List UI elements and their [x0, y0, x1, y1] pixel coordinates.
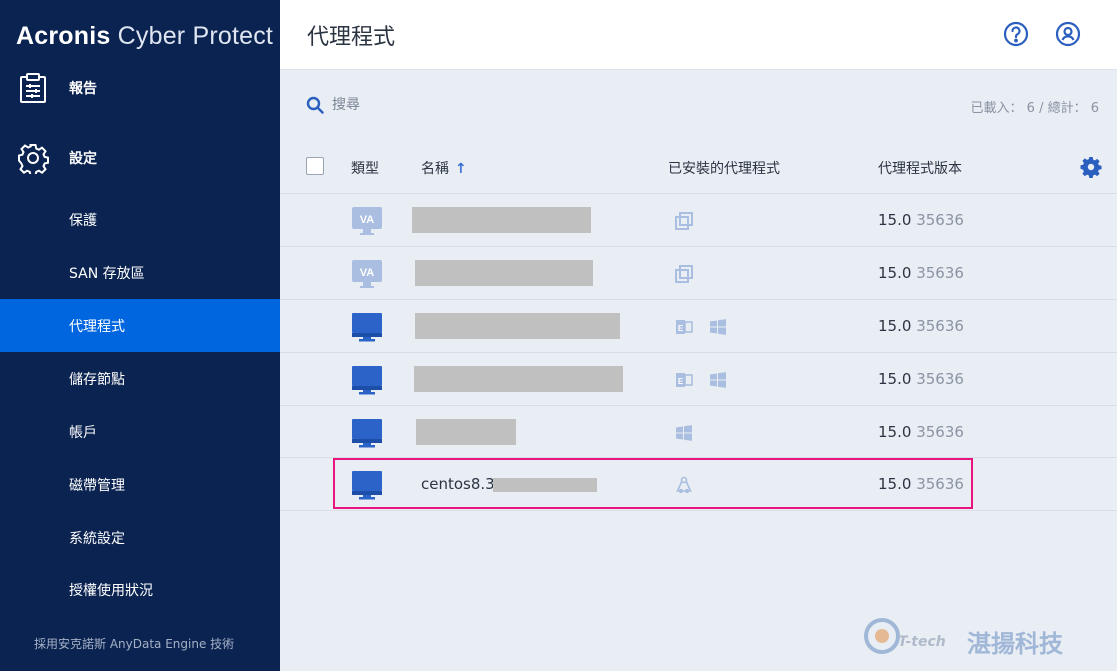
svg-text:E: E — [678, 377, 684, 386]
highlight-box — [333, 458, 973, 509]
sidebar-item-reports[interactable]: 報告 — [0, 62, 280, 114]
svg-text:E: E — [678, 324, 684, 333]
sidebar-item-protection[interactable]: 保護 — [0, 193, 280, 246]
column-header-agent-version[interactable]: 代理程式版本 — [878, 158, 962, 178]
user-account-icon[interactable] — [1054, 20, 1082, 48]
svg-text:VA: VA — [360, 267, 375, 279]
sidebar-item-label: 代理程式 — [69, 318, 125, 335]
watermark: T-tech 湛揚科技 — [862, 612, 1102, 662]
agent-version: 15.0 35636 — [878, 370, 964, 388]
virtual-appliance-va-icon: VA — [352, 260, 382, 288]
select-all-checkbox[interactable] — [306, 157, 324, 175]
redacted-agent-name — [414, 366, 623, 392]
sidebar: Acronis Cyber Protect 報告 設定 保護 SAN 存放區 代… — [0, 0, 280, 671]
loaded-total-count: 已載入： 6 / 總計： 6 — [970, 101, 1099, 116]
column-header-name-label: 名稱 — [421, 161, 449, 177]
sidebar-item-label: 報告 — [69, 81, 97, 97]
table-row[interactable]: 15.0 35636 — [280, 405, 1117, 458]
watermark-tech: T-tech — [898, 634, 946, 650]
logo-brand: Acronis — [16, 22, 111, 50]
svg-text:VA: VA — [360, 214, 375, 226]
sidebar-item-system-settings[interactable]: 系統設定 — [0, 511, 280, 564]
table-row[interactable]: VA 15.0 35636 — [280, 193, 1117, 246]
exchange-icon: E — [676, 320, 693, 334]
clipboard-report-icon — [20, 73, 46, 103]
sort-ascending-icon: ↑ — [455, 161, 467, 177]
monitor-icon — [352, 313, 382, 342]
column-header-type[interactable]: 類型 — [351, 158, 379, 178]
redacted-agent-name — [415, 313, 620, 339]
redacted-agent-name — [415, 260, 593, 286]
sidebar-item-label: 帳戶 — [69, 424, 97, 441]
virtual-appliance-icon — [675, 212, 693, 230]
exchange-icon: E — [676, 373, 693, 387]
table-row[interactable]: E 15.0 35636 — [280, 299, 1117, 352]
sidebar-item-storage-nodes[interactable]: 儲存節點 — [0, 352, 280, 405]
engine-footer: 採用安克諾斯 AnyData Engine 技術 — [34, 637, 235, 651]
agent-version: 15.0 35636 — [878, 211, 964, 229]
agent-version: 15.0 35636 — [878, 264, 964, 282]
agent-version: 15.0 35636 — [878, 423, 964, 441]
column-settings-gear-icon[interactable] — [1080, 156, 1102, 178]
search-icon — [306, 96, 324, 114]
sidebar-item-tape-management[interactable]: 磁帶管理 — [0, 458, 280, 511]
redacted-agent-name — [412, 207, 591, 233]
sidebar-item-label: SAN 存放區 — [69, 265, 145, 282]
page-title: 代理程式 — [307, 25, 396, 50]
monitor-icon — [352, 366, 382, 395]
table-row[interactable]: E 15.0 35636 — [280, 352, 1117, 405]
table-row[interactable]: VA 15.0 35636 — [280, 246, 1117, 299]
windows-icon — [710, 319, 726, 335]
sidebar-item-label: 授權使用狀況 — [69, 582, 153, 599]
app-logo: Acronis Cyber Protect — [16, 22, 273, 51]
sidebar-item-accounts[interactable]: 帳戶 — [0, 405, 280, 458]
search-input[interactable] — [332, 93, 582, 117]
gear-icon — [18, 144, 49, 174]
column-header-name[interactable]: 名稱 ↑ — [421, 158, 467, 178]
sidebar-item-label: 保護 — [69, 212, 97, 229]
virtual-appliance-icon — [675, 265, 693, 283]
watermark-logo-icon — [864, 618, 900, 654]
sidebar-item-agents[interactable]: 代理程式 — [0, 299, 280, 352]
sidebar-item-san-storage[interactable]: SAN 存放區 — [0, 246, 280, 299]
help-icon[interactable] — [1002, 20, 1030, 48]
windows-icon — [710, 372, 726, 388]
sidebar-item-label: 儲存節點 — [69, 371, 125, 388]
sidebar-item-label: 系統設定 — [69, 530, 125, 547]
sidebar-item-license-usage[interactable]: 授權使用狀況 — [0, 563, 280, 616]
column-header-installed-agents[interactable]: 已安裝的代理程式 — [668, 158, 780, 178]
monitor-icon — [352, 419, 382, 448]
logo-product: Cyber Protect — [117, 22, 274, 50]
sidebar-item-label: 磁帶管理 — [69, 477, 125, 494]
agent-version: 15.0 35636 — [878, 317, 964, 335]
windows-icon — [676, 425, 692, 441]
redacted-agent-name — [416, 419, 516, 445]
watermark-company: 湛揚科技 — [967, 630, 1063, 658]
virtual-appliance-va-icon: VA — [352, 207, 382, 235]
sidebar-item-settings[interactable]: 設定 — [0, 132, 280, 184]
page-header: 代理程式 — [280, 0, 1117, 70]
sidebar-item-label: 設定 — [69, 151, 97, 167]
